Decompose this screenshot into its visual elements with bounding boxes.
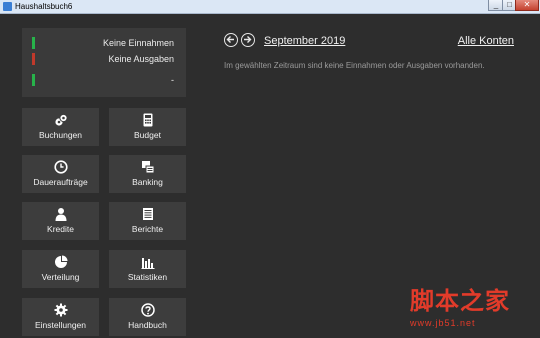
tile-label: Daueraufträge (33, 177, 88, 187)
tile-banking[interactable]: Banking (109, 155, 186, 193)
window-title: Haushaltsbuch6 (15, 2, 73, 11)
close-button[interactable]: ✕ (515, 0, 539, 11)
watermark: 脚本之家 www.jb51.net (410, 287, 532, 335)
tile-label: Einstellungen (34, 320, 87, 330)
month-selector-link[interactable]: September 2019 (264, 34, 345, 48)
tile-buchungen[interactable]: Buchungen (22, 108, 99, 146)
next-month-button[interactable] (241, 33, 255, 47)
gear-icon (54, 303, 67, 317)
tile-handbuch[interactable]: Handbuch (109, 298, 186, 336)
tile-berichte[interactable]: Berichte (109, 202, 186, 240)
pie-chart-icon (54, 255, 67, 268)
calculator-icon (143, 113, 152, 127)
tile-label: Kredite (47, 224, 74, 234)
bar-chart-icon (141, 258, 154, 269)
tile-label: Buchungen (38, 130, 82, 140)
coins-icon (54, 113, 68, 126)
expense-indicator (32, 53, 35, 65)
arrow-left-icon (226, 36, 234, 43)
balance-indicator (32, 74, 35, 86)
expense-label: Keine Ausgaben (108, 54, 174, 64)
tile-dauerauftraege[interactable]: Daueraufträge (22, 155, 99, 193)
expense-row: Keine Ausgaben (22, 52, 186, 66)
empty-state-message: Im gewählten Zeitraum sind keine Einnahm… (224, 61, 485, 70)
income-indicator (32, 37, 35, 49)
tile-budget[interactable]: Budget (109, 108, 186, 146)
tile-label: Handbuch (128, 320, 167, 330)
tile-kredite[interactable]: Kredite (22, 202, 99, 240)
tile-label: Budget (134, 130, 161, 140)
tile-verteilung[interactable]: Verteilung (22, 250, 99, 288)
tile-label: Verteilung (41, 272, 80, 282)
balance-label: - (171, 75, 174, 85)
tile-label: Berichte (131, 224, 164, 234)
tile-einstellungen[interactable]: Einstellungen (22, 298, 99, 336)
summary-panel: Keine Einnahmen Keine Ausgaben - (22, 28, 186, 97)
balance-row: - (22, 73, 186, 87)
window-title-bar: Haushaltsbuch6 _ □ ✕ (0, 0, 540, 14)
help-icon (140, 303, 155, 317)
report-icon (142, 208, 153, 220)
person-icon (55, 208, 66, 221)
clock-icon (53, 160, 68, 174)
tile-label: Statistiken (127, 272, 168, 282)
income-row: Keine Einnahmen (22, 36, 186, 50)
watermark-text: 脚本之家 (410, 286, 510, 315)
accounts-filter-link[interactable]: Alle Konten (458, 34, 514, 48)
app-icon (3, 2, 12, 11)
income-label: Keine Einnahmen (102, 38, 174, 48)
bank-transfer-icon (141, 161, 154, 174)
tile-label: Banking (132, 177, 163, 187)
previous-month-button[interactable] (224, 33, 238, 47)
watermark-url: www.jb51.net (410, 318, 476, 328)
arrow-right-icon (244, 36, 252, 43)
tile-statistiken[interactable]: Statistiken (109, 250, 186, 288)
